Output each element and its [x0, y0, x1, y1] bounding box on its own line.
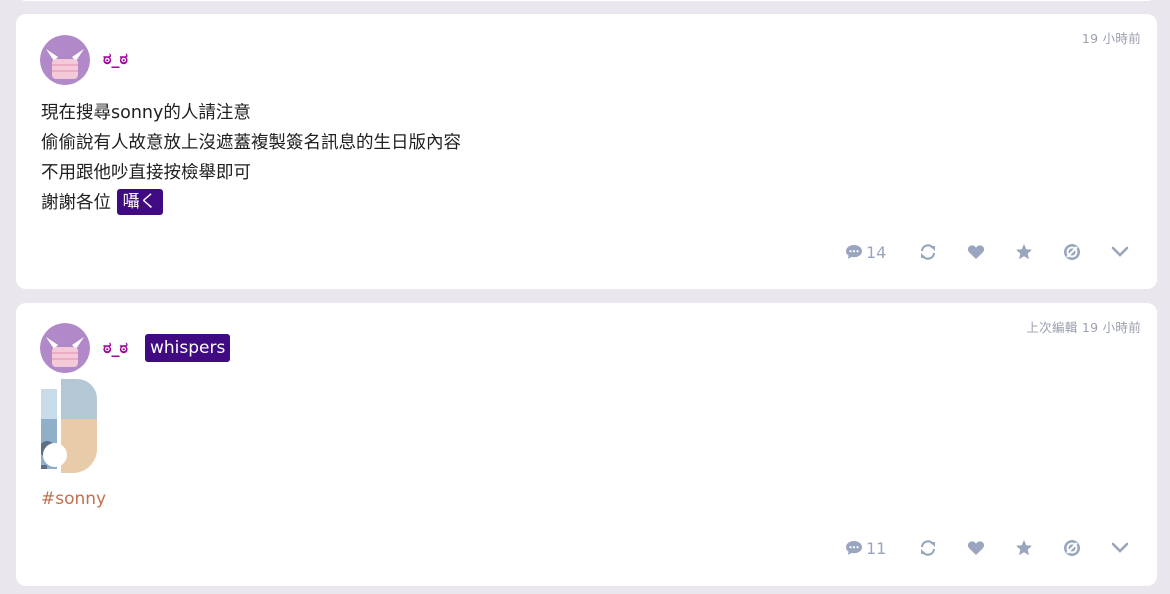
post-card: ಠ_ಠ whispers 上次編輯 19 小時前 #sonny 11 — [16, 303, 1157, 586]
reply-button[interactable]: 14 — [845, 240, 889, 264]
post-actions: 11 — [845, 536, 1129, 560]
username[interactable]: ಠ_ಠ — [103, 49, 128, 69]
reply-icon — [845, 244, 863, 260]
hashtag-link[interactable]: #sonny — [41, 489, 106, 509]
post-line: 不用跟他吵直接按檢舉即可 — [41, 163, 251, 183]
timestamp[interactable]: 19 小時前 — [1082, 28, 1141, 47]
like-icon — [967, 540, 985, 556]
reblog-button[interactable] — [919, 536, 937, 560]
reblog-icon — [919, 243, 937, 261]
reblog-button[interactable] — [919, 240, 937, 264]
menu-chevron-icon — [1111, 542, 1129, 554]
mute-icon — [1063, 243, 1081, 261]
like-button[interactable] — [967, 536, 985, 560]
timestamp[interactable]: 上次編輯 19 小時前 — [1026, 317, 1141, 336]
bookmark-button[interactable] — [1015, 536, 1033, 560]
username[interactable]: ಠ_ಠ — [103, 338, 128, 358]
bookmark-star-icon — [1015, 539, 1033, 557]
post-line: 現在搜尋sonny的人請注意 — [41, 103, 251, 123]
menu-button[interactable] — [1111, 240, 1129, 264]
media-thumbnail[interactable] — [39, 379, 97, 473]
menu-chevron-icon — [1111, 246, 1129, 258]
inline-tag[interactable]: 囁く — [116, 189, 163, 215]
post-card: ಠ_ಠ 19 小時前 現在搜尋sonny的人請注意 偷偷說有人故意放上沒遮蓋複製… — [16, 14, 1157, 289]
mute-icon — [1063, 539, 1081, 557]
post-line: 偷偷說有人故意放上沒遮蓋複製簽名訊息的生日版內容 — [41, 133, 461, 153]
post-actions: 14 — [845, 240, 1129, 264]
avatar[interactable] — [40, 35, 90, 85]
menu-button[interactable] — [1111, 536, 1129, 560]
bookmark-star-icon — [1015, 243, 1033, 261]
avatar[interactable] — [40, 323, 90, 373]
reply-button[interactable]: 11 — [845, 536, 889, 560]
bookmark-button[interactable] — [1015, 240, 1033, 264]
reply-count: 14 — [866, 242, 887, 262]
reblog-icon — [919, 539, 937, 557]
flair-badge[interactable]: whispers — [145, 334, 231, 362]
like-button[interactable] — [967, 240, 985, 264]
post-line: 謝謝各位 — [41, 193, 111, 213]
reply-count: 11 — [866, 538, 887, 558]
mute-button[interactable] — [1063, 240, 1081, 264]
like-icon — [967, 244, 985, 260]
post-body: 現在搜尋sonny的人請注意 偷偷說有人故意放上沒遮蓋複製簽名訊息的生日版內容 … — [41, 98, 461, 218]
mute-button[interactable] — [1063, 536, 1081, 560]
previous-post-card-edge — [16, 0, 1157, 1]
reply-icon — [845, 540, 863, 556]
